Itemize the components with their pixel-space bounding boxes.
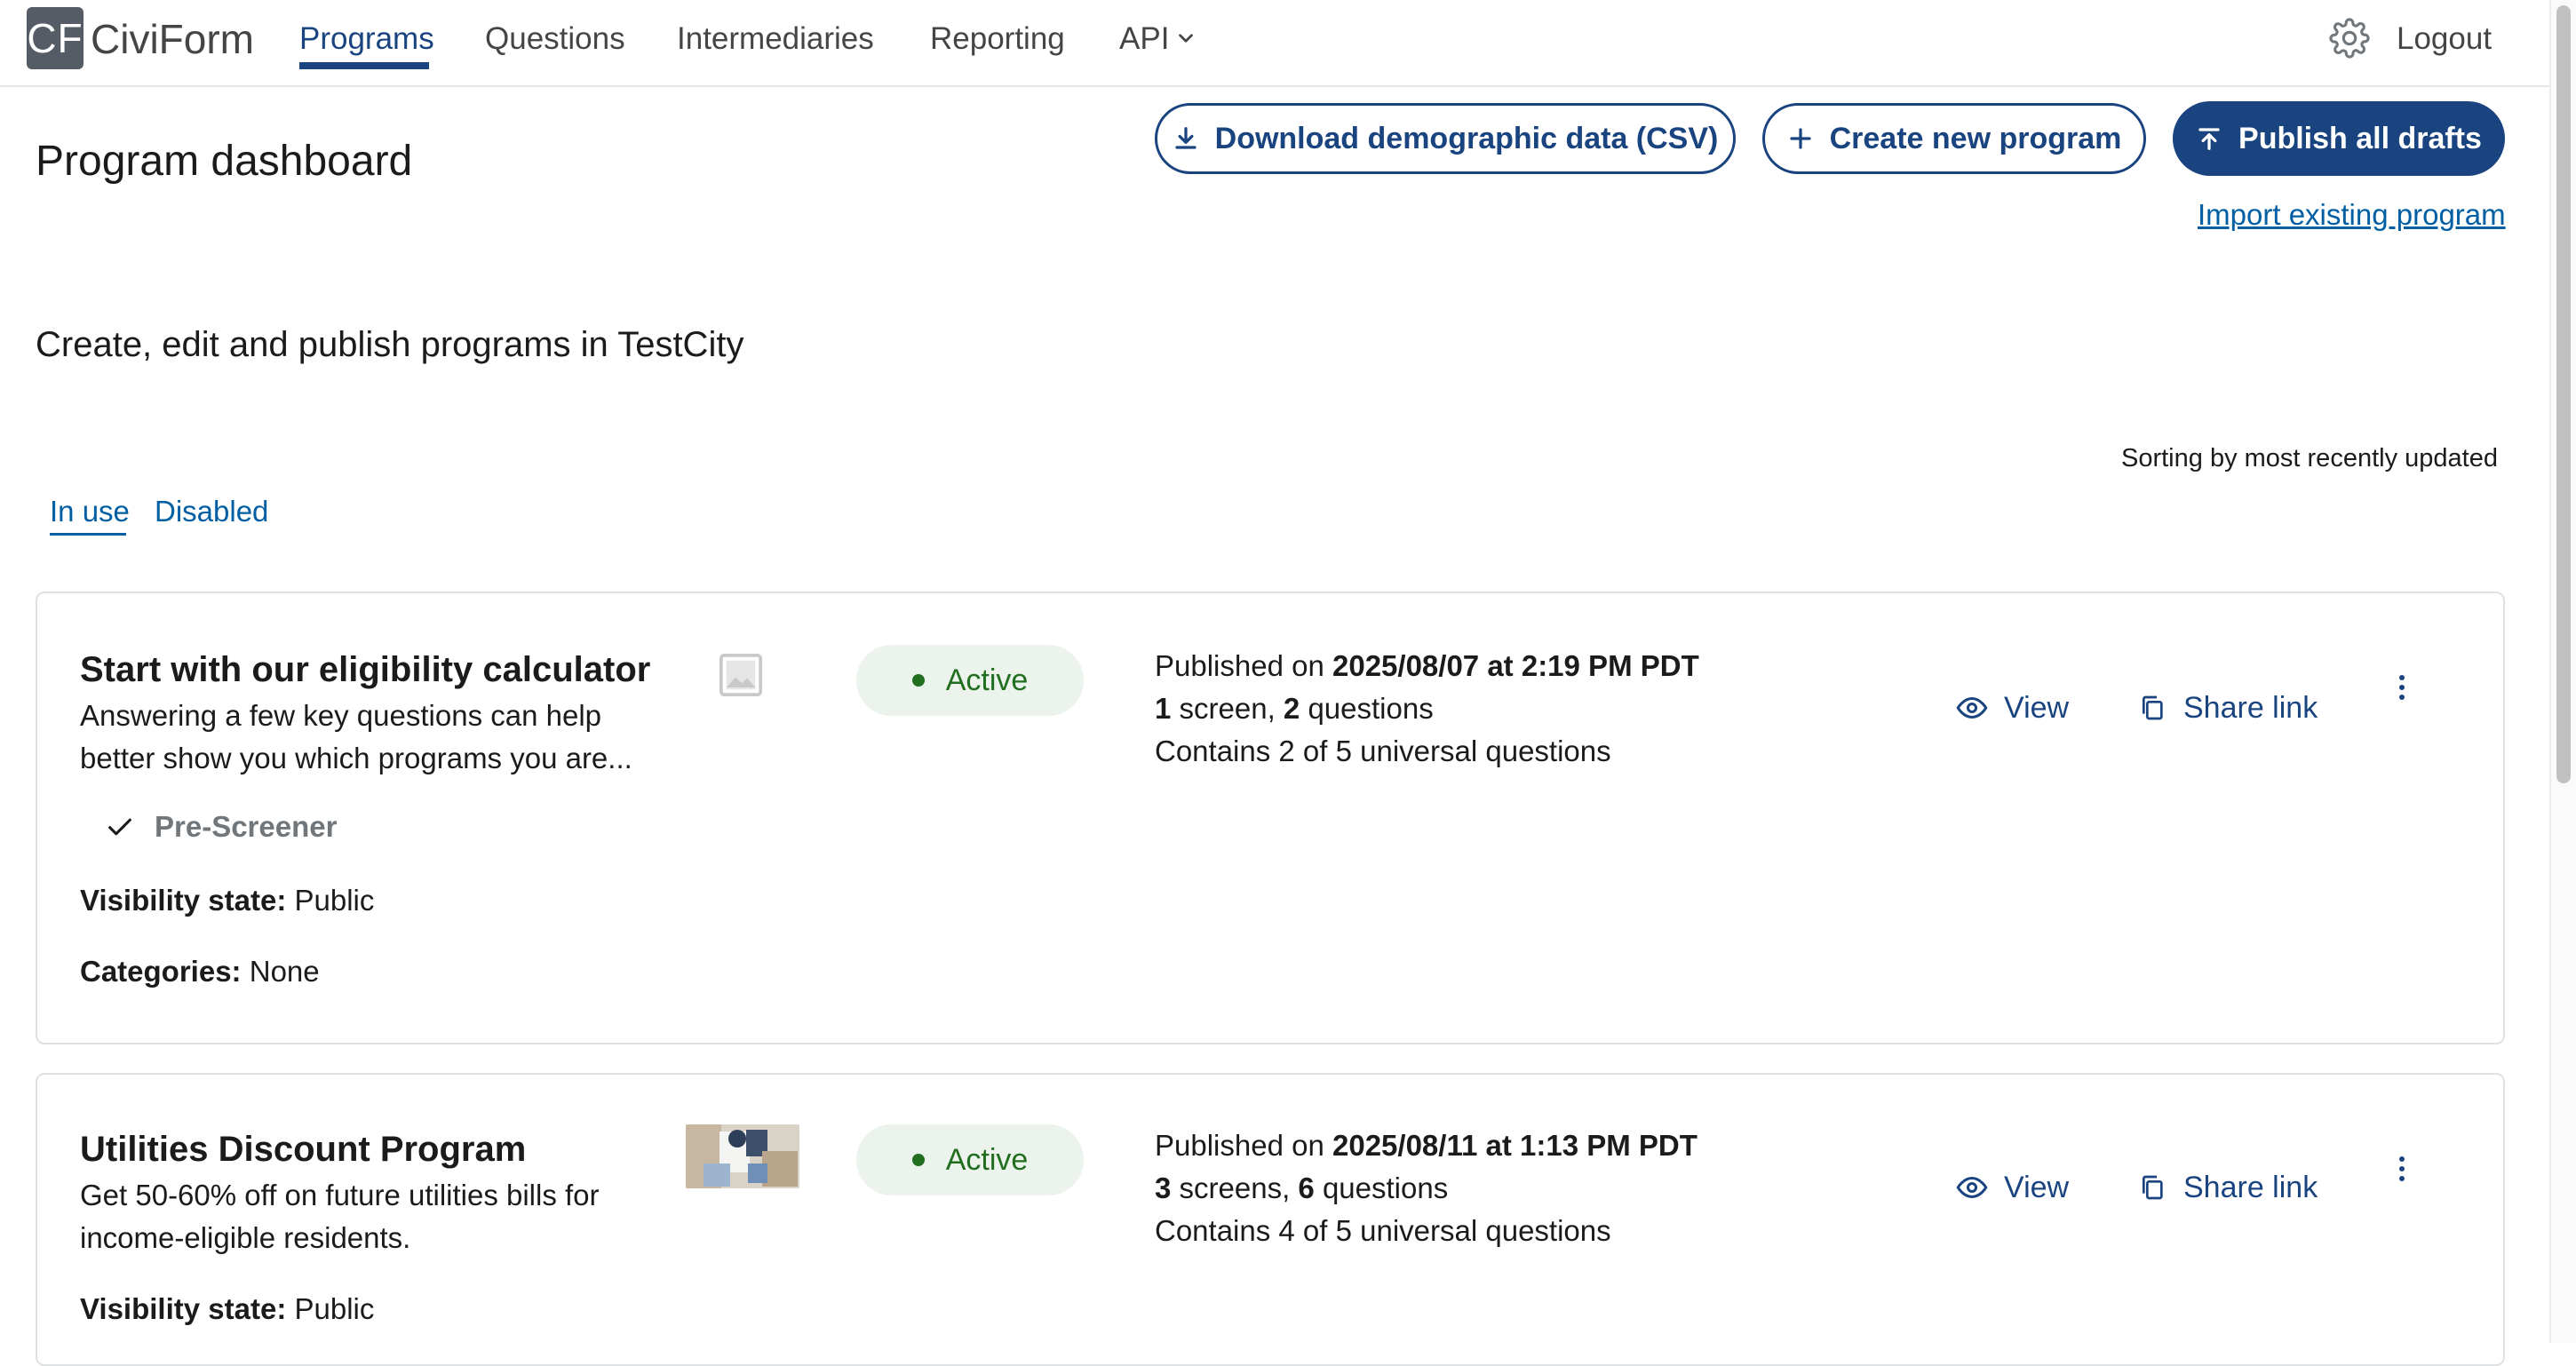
questions-count: 6 (1298, 1171, 1315, 1204)
copy-icon (2143, 1175, 2163, 1200)
published-prefix: Published on (1155, 649, 1324, 682)
logout-link[interactable]: Logout (2397, 18, 2492, 60)
questions-word: questions (1322, 1171, 1449, 1204)
import-existing-program-link[interactable]: Import existing program (2198, 195, 2506, 234)
universal-questions-note: Contains 4 of 5 universal questions (1155, 1214, 1611, 1247)
pre-screener-tag: Pre-Screener (105, 810, 337, 844)
questions-count: 2 (1283, 692, 1300, 725)
status-badge: Active (856, 1124, 1084, 1195)
program-description: Answering a few key questions can help b… (80, 695, 648, 780)
tab-disabled[interactable]: Disabled (155, 492, 268, 531)
program-description-line: Answering a few key questions can help (80, 699, 602, 732)
program-description: Get 50-60% off on future utilities bills… (80, 1174, 648, 1259)
screens-word: screens, (1179, 1171, 1291, 1204)
visibility-value: Public (294, 1292, 375, 1325)
gear-icon[interactable] (2329, 18, 2370, 59)
page-title: Program dashboard (36, 138, 413, 185)
view-button-label: View (2004, 691, 2070, 725)
screens-count: 3 (1155, 1171, 1172, 1204)
publish-icon (2198, 128, 2220, 150)
download-demographic-data-button[interactable]: Download demographic data (CSV) (1155, 103, 1736, 174)
nav-api[interactable]: API (1119, 18, 1169, 60)
screens-word: screen, (1179, 692, 1276, 725)
program-title: Utilities Discount Program (80, 1130, 527, 1169)
image-placeholder-icon (719, 653, 763, 697)
screens-count: 1 (1155, 692, 1172, 725)
categories: Categories: None (80, 950, 320, 993)
status-badge-label: Active (945, 1142, 1029, 1177)
program-description-line: better show you which programs you are..… (80, 742, 632, 774)
publish-button-label: Publish all drafts (2238, 121, 2482, 155)
chevron-down-icon[interactable] (1174, 27, 1197, 50)
share-link-label: Share link (2183, 1171, 2318, 1204)
published-date: 2025/08/11 at 1:13 PM PDT (1332, 1129, 1697, 1162)
eye-icon (1956, 1176, 1988, 1199)
eye-icon (1956, 696, 1988, 719)
sorting-note: Sorting by most recently updated (2121, 444, 2498, 473)
universal-questions-note: Contains 2 of 5 universal questions (1155, 735, 1611, 767)
status-badge: Active (856, 645, 1084, 716)
page-subtitle: Create, edit and publish programs in Tes… (36, 325, 744, 364)
download-icon (1175, 127, 1197, 149)
nav-questions[interactable]: Questions (485, 18, 625, 60)
nav-reporting[interactable]: Reporting (930, 18, 1065, 60)
pre-screener-label: Pre-Screener (155, 810, 338, 843)
visibility-state: Visibility state: Public (80, 879, 374, 922)
civiform-logo-name[interactable]: CiviForm (91, 12, 254, 66)
status-dot (911, 674, 925, 687)
tab-in-use[interactable]: In use (50, 492, 130, 531)
categories-value: None (249, 955, 320, 988)
nav-programs[interactable]: Programs (299, 18, 434, 60)
visibility-label: Visibility state: (80, 884, 287, 917)
program-photo (686, 1124, 799, 1188)
download-button-label: Download demographic data (CSV) (1214, 121, 1719, 155)
publish-all-drafts-button[interactable]: Publish all drafts (2173, 101, 2505, 176)
view-button-label: View (2004, 1171, 2070, 1204)
visibility-label: Visibility state: (80, 1292, 287, 1325)
visibility-value: Public (294, 884, 375, 917)
view-button[interactable]: View (1956, 687, 2069, 728)
program-publish-info: Published on 2025/08/07 at 2:19 PM PDT 1… (1155, 645, 1699, 773)
status-dot (911, 1154, 925, 1166)
published-prefix: Published on (1155, 1129, 1324, 1162)
share-link-button[interactable]: Share link (2139, 1167, 2318, 1208)
questions-word: questions (1308, 692, 1434, 725)
published-date: 2025/08/07 at 2:19 PM PDT (1332, 649, 1699, 682)
scrollbar-thumb[interactable] (2556, 5, 2571, 783)
nav-intermediaries[interactable]: Intermediaries (677, 18, 874, 60)
tab-active-indicator (50, 533, 126, 536)
plus-icon (1789, 128, 1811, 149)
civiform-logo-mark[interactable]: CF (27, 7, 83, 69)
status-badge-label: Active (945, 663, 1029, 697)
visibility-state: Visibility state: Public (80, 1288, 374, 1330)
create-button-label: Create new program (1829, 121, 2122, 155)
share-link-button[interactable]: Share link (2139, 687, 2318, 728)
checkmark-icon (108, 818, 131, 836)
program-description-line: income-eligible residents. (80, 1221, 411, 1254)
program-title: Start with our eligibility calculator (80, 650, 651, 689)
nav-active-indicator (299, 62, 429, 69)
program-description-line: Get 50-60% off on future utilities bills… (80, 1179, 600, 1211)
create-new-program-button[interactable]: Create new program (1762, 103, 2146, 174)
share-link-label: Share link (2183, 691, 2318, 725)
categories-label: Categories: (80, 955, 242, 988)
view-button[interactable]: View (1956, 1167, 2069, 1208)
copy-icon (2143, 695, 2163, 720)
program-publish-info: Published on 2025/08/11 at 1:13 PM PDT 3… (1155, 1124, 1697, 1252)
more-options-icon[interactable] (2397, 1156, 2407, 1186)
more-options-icon[interactable] (2397, 675, 2407, 704)
